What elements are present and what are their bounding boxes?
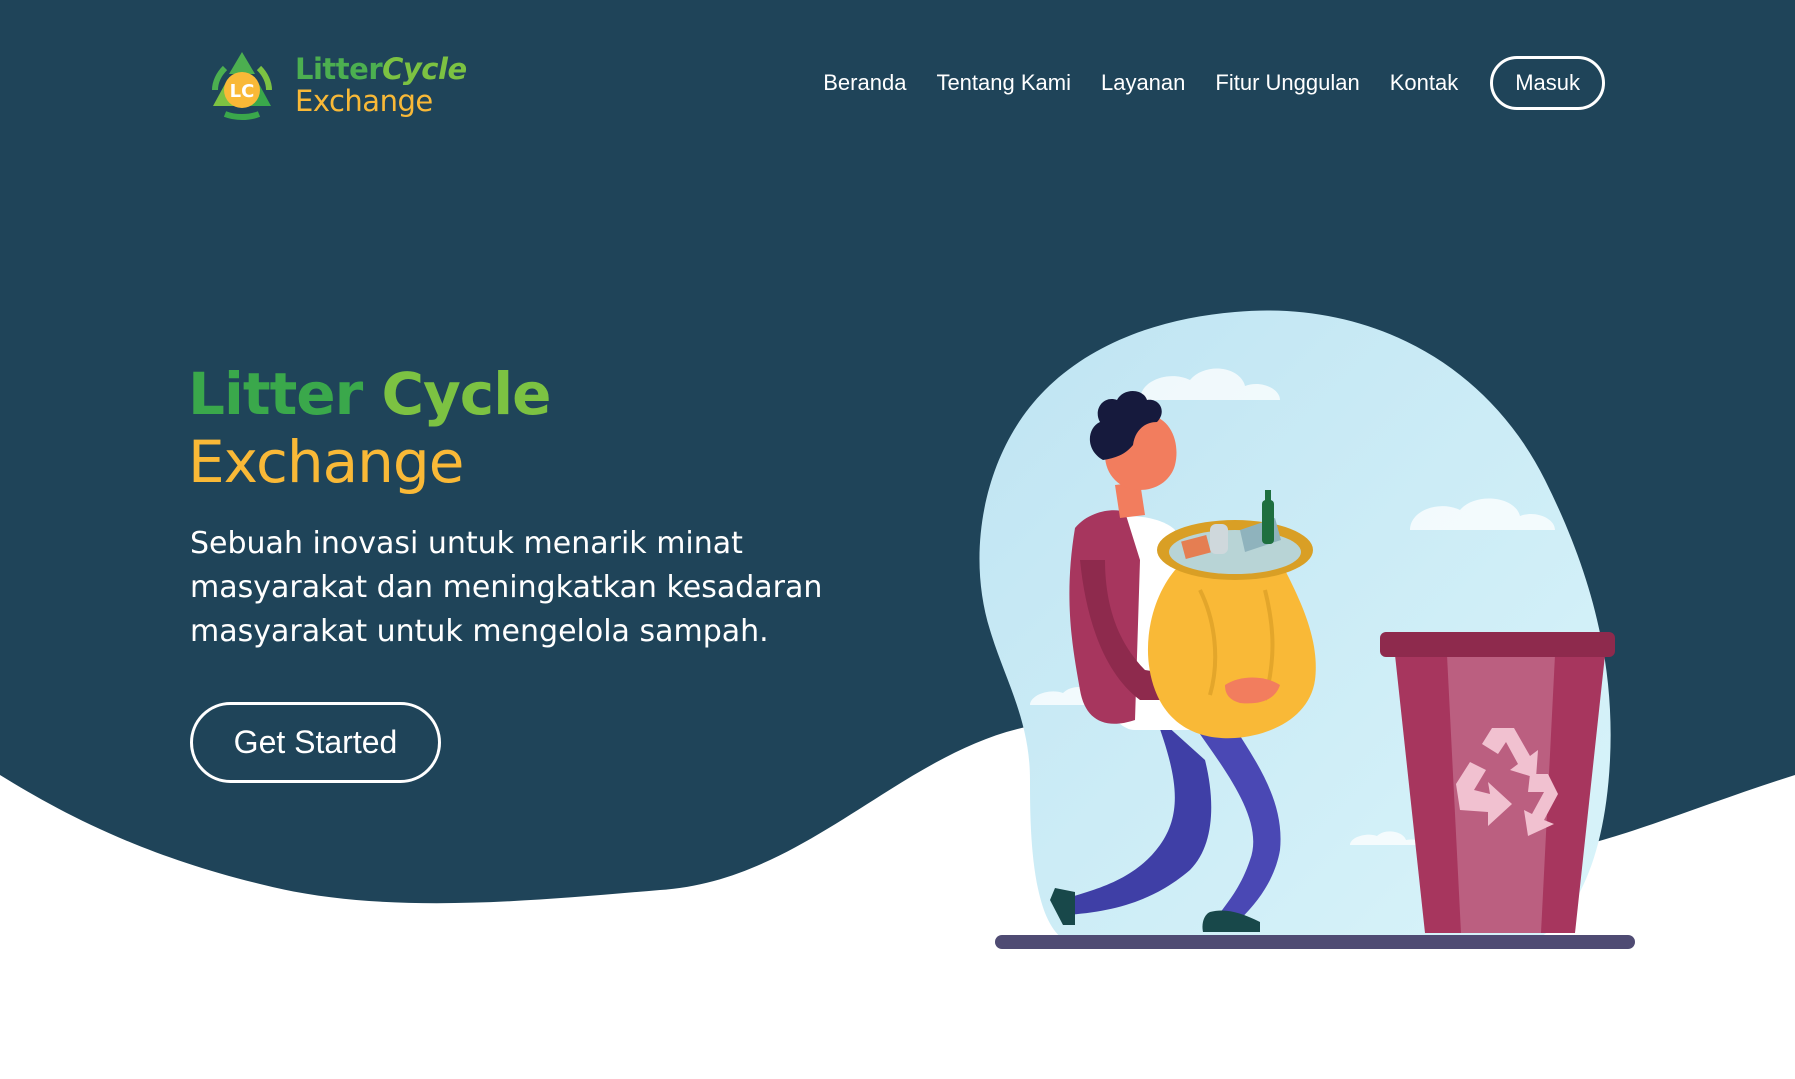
- brand-name-line1: LitterCycle: [295, 51, 467, 86]
- hero-title: Litter Cycle Exchange: [188, 360, 551, 496]
- brand-name-cycle: Cycle: [382, 51, 467, 86]
- nav-item-fitur-unggulan[interactable]: Fitur Unggulan: [1215, 70, 1359, 96]
- hero-title-exchange: Exchange: [188, 428, 464, 496]
- hero-description: Sebuah inovasi untuk menarik minat masya…: [190, 526, 823, 649]
- nav-item-beranda[interactable]: Beranda: [823, 70, 906, 96]
- brand-name-litter: Litter: [295, 51, 383, 86]
- brand-logo[interactable]: LC LitterCycle Exchange: [205, 48, 467, 122]
- landing-page: LC LitterCycle Exchange Beranda Tentang …: [0, 0, 1795, 1079]
- nav-item-tentang-kami[interactable]: Tentang Kami: [936, 70, 1071, 96]
- main-nav: Beranda Tentang Kami Layanan Fitur Unggu…: [823, 56, 1605, 110]
- recycle-logo-icon: LC: [212, 52, 272, 120]
- get-started-button[interactable]: Get Started: [190, 702, 441, 783]
- hero-illustration: [979, 310, 1635, 949]
- hero-title-cycle: Cycle: [381, 360, 551, 428]
- logo-badge-text: LC: [230, 81, 255, 102]
- brand-wordmark: LitterCycle Exchange: [295, 51, 467, 118]
- ground-line: [995, 935, 1635, 949]
- login-button[interactable]: Masuk: [1490, 56, 1605, 110]
- brand-name-exchange: Exchange: [295, 83, 433, 118]
- nav-item-kontak[interactable]: Kontak: [1390, 70, 1459, 96]
- nav-item-layanan[interactable]: Layanan: [1101, 70, 1185, 96]
- hero-title-litter: Litter: [188, 360, 363, 428]
